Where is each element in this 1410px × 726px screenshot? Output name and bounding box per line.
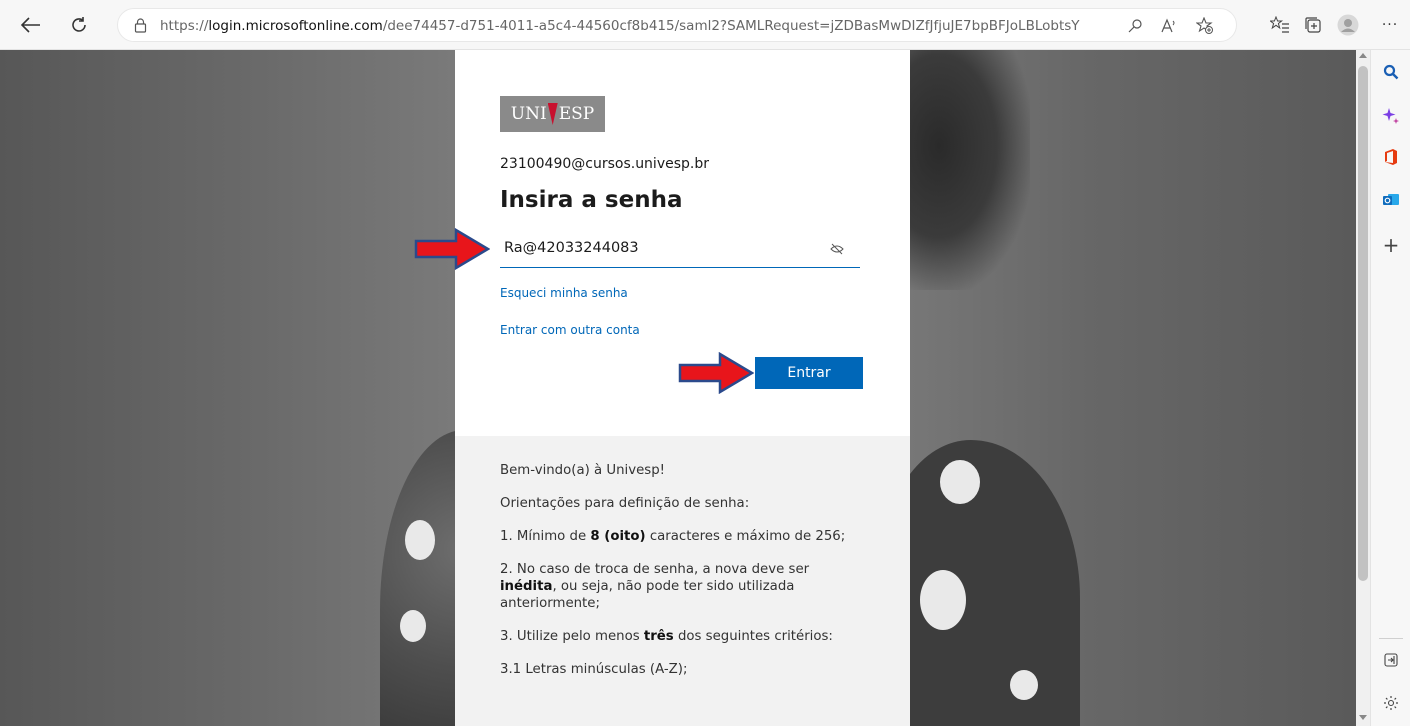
back-icon[interactable]: [16, 10, 46, 40]
reveal-password-icon[interactable]: [830, 243, 844, 255]
split-screen-icon[interactable]: [1381, 650, 1401, 670]
settings-icon[interactable]: [1381, 693, 1401, 713]
page-title: Insira a senha: [500, 187, 683, 213]
logo-text-left: UNI: [510, 104, 547, 124]
scroll-down-icon[interactable]: [1359, 715, 1367, 720]
lock-icon[interactable]: [134, 18, 147, 33]
edge-sidebar: +: [1370, 50, 1410, 726]
rule-1-text-end: caracteres e máximo de 256;: [645, 529, 846, 544]
refresh-icon[interactable]: [64, 10, 94, 40]
more-icon[interactable]: ···: [1375, 10, 1405, 40]
password-value: Ra@42033244083: [504, 240, 639, 256]
url-host: login.microsoftonline.com: [208, 18, 383, 34]
rule-2-bold: inédita: [500, 579, 553, 594]
univesp-logo: UNI ESP: [500, 96, 605, 132]
rule-1: 1. Mínimo de 8 (oito) caracteres e máxim…: [500, 528, 865, 545]
office-icon[interactable]: [1381, 147, 1401, 167]
favorite-add-icon[interactable]: [1194, 15, 1216, 37]
account-email: 23100490@cursos.univesp.br: [500, 156, 709, 172]
submit-button[interactable]: Entrar: [755, 357, 863, 389]
guidelines-title: Orientações para definição de senha:: [500, 496, 750, 511]
other-account-link[interactable]: Entrar com outra conta: [500, 323, 640, 337]
background-dot: [920, 570, 966, 630]
rule-2: 2. No caso de troca de senha, a nova dev…: [500, 561, 865, 612]
rule-3-1: 3.1 Letras minúsculas (A-Z);: [500, 662, 688, 677]
logo-v-mark: [547, 103, 558, 125]
background-dot: [400, 610, 426, 642]
address-bar[interactable]: https://login.microsoftonline.com/dee744…: [117, 8, 1237, 42]
search-key-icon[interactable]: [1124, 15, 1146, 37]
web-page: UNI ESP 23100490@cursos.univesp.br Insira…: [0, 50, 1356, 726]
forgot-password-link[interactable]: Esqueci minha senha: [500, 286, 628, 300]
background-dot: [405, 520, 435, 560]
sidebar-divider: [1379, 638, 1403, 639]
background-hair: [900, 50, 1030, 290]
browser-toolbar: https://login.microsoftonline.com/dee744…: [0, 0, 1410, 50]
scroll-up-icon[interactable]: [1359, 53, 1367, 58]
password-field[interactable]: Ra@42033244083: [500, 235, 860, 268]
url-path: /dee74457-d751-4011-a5c4-44560cf8b415/sa…: [382, 18, 1080, 34]
annotation-arrow-submit: [678, 352, 754, 394]
read-aloud-icon[interactable]: [1158, 15, 1180, 37]
annotation-arrow-password: [414, 228, 490, 270]
password-guidelines-panel: Bem-vindo(a) à Univesp! Orientações para…: [455, 436, 910, 726]
rule-3-bold: três: [643, 629, 674, 644]
welcome-text: Bem-vindo(a) à Univesp!: [500, 463, 665, 478]
background-dot: [940, 460, 980, 504]
outlook-icon[interactable]: [1381, 190, 1401, 210]
rule-1-bold: 8 (oito): [590, 529, 646, 544]
search-icon[interactable]: [1381, 62, 1401, 82]
collections-icon[interactable]: [1298, 10, 1328, 40]
scrollbar-thumb[interactable]: [1358, 66, 1368, 581]
logo-text-right: ESP: [558, 104, 595, 124]
rule-3: 3. Utilize pelo menos três dos seguintes…: [500, 628, 865, 645]
rule-3-text: 3. Utilize pelo menos: [500, 629, 644, 644]
url-text[interactable]: https://login.microsoftonline.com/dee744…: [160, 9, 1080, 43]
profile-icon[interactable]: [1333, 10, 1363, 40]
add-icon[interactable]: +: [1381, 233, 1401, 257]
background-dot: [1010, 670, 1038, 700]
rule-3-text-end: dos seguintes critérios:: [673, 629, 833, 644]
url-prefix: https://: [160, 18, 209, 34]
rule-2-text: 2. No caso de troca de senha, a nova dev…: [500, 562, 810, 577]
page-scrollbar[interactable]: [1356, 50, 1370, 726]
favorites-icon[interactable]: [1265, 10, 1295, 40]
copilot-icon[interactable]: [1381, 106, 1401, 126]
rule-1-text: 1. Mínimo de: [500, 529, 591, 544]
